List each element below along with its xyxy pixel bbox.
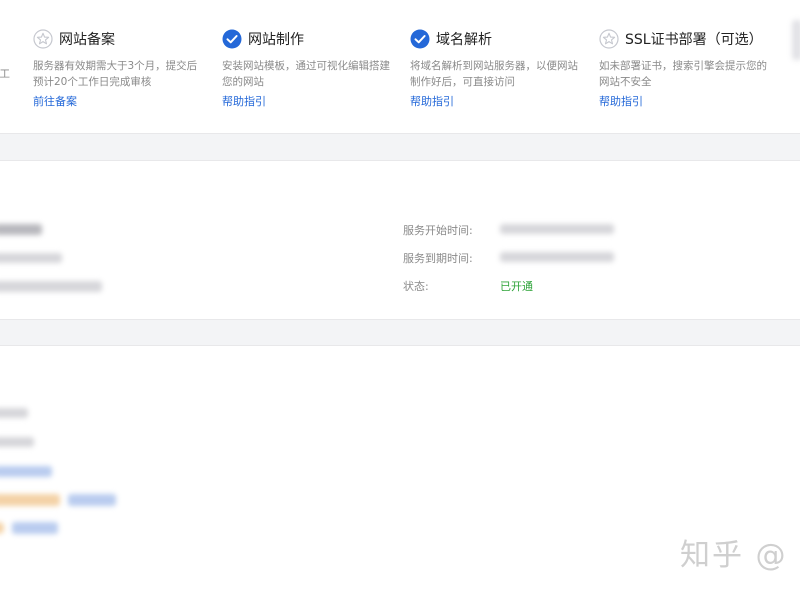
star-outline-icon <box>33 29 53 49</box>
step-description: 如未部署证书，搜索引擎会提示您的网站不安全 <box>599 60 767 88</box>
redacted-tag <box>0 494 60 506</box>
redacted-value <box>0 281 102 292</box>
service-info-card <box>0 160 800 320</box>
redacted-start-time <box>500 224 614 234</box>
step-description: 服务器有效期需大于3个月，提交后预计20个工作日完成审核 <box>33 60 198 88</box>
clipped-next-step <box>792 20 800 60</box>
redacted-link[interactable] <box>68 494 116 506</box>
step-title: SSL证书部署（可选） <box>625 32 763 48</box>
redacted-link[interactable] <box>0 466 52 477</box>
go-filing-link[interactable]: 前往备案 <box>33 93 77 109</box>
step-title: 网站制作 <box>248 32 304 48</box>
step-title: 域名解析 <box>436 32 492 48</box>
redacted-value <box>0 224 42 235</box>
check-circle-icon <box>222 29 242 49</box>
star-outline-icon <box>599 29 619 49</box>
step-website-filing: 网站备案 服务器有效期需大于3个月，提交后预计20个工作日完成审核 前往备案 <box>33 28 203 109</box>
step-description: 工 <box>0 68 10 80</box>
service-start-label: 服务开始时间: <box>403 224 473 237</box>
redacted-link[interactable] <box>12 522 58 534</box>
step-website-build: 网站制作 安装网站模板，通过可视化编辑搭建您的网站 帮助指引 <box>222 28 392 109</box>
step-domain-resolution: 域名解析 将域名解析到网站服务器，以便网站制作好后，可直接访问 帮助指引 <box>410 28 580 109</box>
help-guide-link[interactable]: 帮助指引 <box>599 93 643 109</box>
step-description: 安装网站模板，通过可视化编辑搭建您的网站 <box>222 60 390 88</box>
check-circle-icon <box>410 29 430 49</box>
service-end-label: 服务到期时间: <box>403 252 473 265</box>
step-partial: 工 <box>0 28 10 82</box>
redacted-value <box>0 253 62 263</box>
help-guide-link[interactable]: 帮助指引 <box>410 93 454 109</box>
help-guide-link[interactable]: 帮助指引 <box>222 93 266 109</box>
redacted-end-time <box>500 252 614 262</box>
setup-steps-card: 工 网站备案 服务器有效期需大于3个月，提交后预计20个工作日完成审核 前往备案… <box>0 0 800 134</box>
watermark: 知乎 @ <box>680 538 788 573</box>
step-title: 网站备案 <box>59 32 115 48</box>
redacted-value <box>0 437 34 447</box>
step-ssl-deploy: SSL证书部署（可选） 如未部署证书，搜索引擎会提示您的网站不安全 帮助指引 <box>599 28 769 109</box>
status-label: 状态: <box>403 280 429 293</box>
redacted-value <box>0 408 28 418</box>
step-description: 将域名解析到网站服务器，以便网站制作好后，可直接访问 <box>410 60 578 88</box>
status-badge: 已开通 <box>500 280 533 293</box>
